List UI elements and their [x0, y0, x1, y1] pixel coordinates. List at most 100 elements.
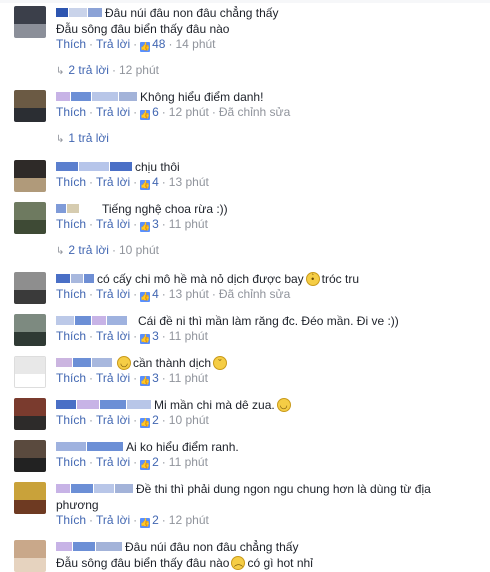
like-count[interactable]: 👍 2: [140, 413, 159, 428]
like-count[interactable]: 👍 4: [140, 287, 159, 302]
reply-link[interactable]: Trả lời: [96, 329, 130, 343]
like-thumb-icon: 👍: [140, 42, 151, 52]
comment-actions: Thích · Trả lời · 👍 2 · 11 phút: [56, 455, 208, 470]
like-link[interactable]: Thích: [56, 329, 86, 343]
comment-actions: Thích · Trả lời · 👍 2 · 12 phút: [56, 513, 209, 528]
comment-time[interactable]: 12 phút: [169, 513, 209, 527]
avatar[interactable]: [14, 6, 46, 38]
avatar[interactable]: [14, 314, 46, 346]
comment-time[interactable]: 13 phút: [169, 287, 209, 301]
commenter-name-blurred[interactable]: [56, 316, 128, 326]
avatar[interactable]: [14, 440, 46, 472]
relieved-face-icon: ◡: [117, 355, 131, 370]
avatar[interactable]: [14, 398, 46, 430]
reply-link[interactable]: Trả lời: [96, 287, 130, 301]
comment-text: phương: [56, 497, 99, 512]
comment-time[interactable]: 12 phút: [169, 105, 209, 119]
comment-item: Ai ko hiểu điểm ranh. Thích · Trả lời · 👍 2 · 1…: [14, 438, 486, 476]
comment-text: có gì hot nhỉ: [247, 555, 313, 570]
comment-time[interactable]: 13 phút: [169, 175, 209, 189]
like-count[interactable]: 👍 6: [140, 105, 159, 120]
commenter-name-blurred[interactable]: [56, 274, 95, 284]
like-count[interactable]: 👍 2: [140, 455, 159, 470]
like-count[interactable]: 👍 48: [140, 37, 165, 52]
commenter-name-blurred[interactable]: [56, 442, 124, 452]
comment-item: Đâu núi đâu non đâu chẳng thấy Đẫu sông …: [14, 4, 486, 52]
grin-face-icon: ◡: [276, 397, 291, 412]
comment-time[interactable]: 11 phút: [169, 329, 208, 343]
comment-time[interactable]: 10 phút: [169, 413, 209, 427]
like-link[interactable]: Thích: [56, 371, 86, 385]
comment-actions: Thích · Trả lời · 👍 48 · 14 phút: [56, 37, 216, 52]
edited-link[interactable]: Đã chỉnh sửa: [219, 287, 290, 301]
like-link[interactable]: Thích: [56, 217, 86, 231]
commenter-name-blurred[interactable]: [56, 92, 138, 102]
comment-time[interactable]: 14 phút: [175, 37, 215, 51]
commenter-name-blurred[interactable]: [56, 358, 113, 368]
reply-link[interactable]: Trả lời: [96, 371, 130, 385]
avatar[interactable]: [14, 482, 46, 514]
reply-link[interactable]: Trả lời: [96, 217, 130, 231]
reply-link[interactable]: Trả lời: [96, 455, 130, 469]
comment-text: Đâu núi đâu non đâu chẳng thấy: [105, 5, 279, 20]
like-count[interactable]: 👍 3: [140, 217, 159, 232]
like-thumb-icon: 👍: [140, 292, 151, 302]
comment-text: tróc tru: [321, 271, 360, 286]
commenter-name-blurred[interactable]: [56, 400, 152, 410]
comment-actions: Thích · Trả lời · 👍 6 · 12 phút · Đã chỉnh sửa: [56, 105, 291, 120]
reply-link[interactable]: Trả lời: [96, 37, 130, 51]
comment-item: Cái đề ni thì mần làm răng đc. Đéo mần. …: [14, 312, 486, 350]
comment-text: Đề thi thì phải dung ngon ngu chung hơn …: [136, 481, 431, 496]
comment-text: Tiếng nghệ choa rừa :)): [102, 201, 228, 216]
like-count[interactable]: 👍 4: [140, 175, 159, 190]
avatar[interactable]: [14, 202, 46, 234]
commenter-name-blurred[interactable]: [56, 8, 103, 18]
commenter-name-blurred[interactable]: [56, 542, 123, 552]
comment-time[interactable]: 11 phút: [169, 217, 208, 231]
comment-text: Mi mần chi mà dê zua.: [154, 397, 275, 412]
smirk-face-icon: ˘: [213, 355, 228, 370]
view-replies-link[interactable]: ↳ 2 trả lời · 10 phút: [56, 242, 159, 258]
comment-text: có cấy chi mô hề mà nỏ dịch được bay: [97, 271, 304, 286]
reply-link[interactable]: Trả lời: [96, 513, 130, 527]
comment-item: Tiếng nghệ choa rừa :)) Thích · Trả lời · 👍 3…: [14, 200, 486, 238]
avatar[interactable]: [14, 356, 46, 388]
avatar[interactable]: [14, 540, 46, 572]
comment-item: ◡ cần thành dịch ˘ Thích · Trả lời · 👍 3 · 11 phú…: [14, 354, 486, 392]
neutral-face-icon: •̀: [305, 271, 320, 286]
edited-link[interactable]: Đã chỉnh sửa: [219, 105, 290, 119]
reply-arrow-icon: ↳: [56, 246, 65, 257]
comment-text: chịu thôi: [135, 159, 180, 174]
commenter-name-blurred[interactable]: [56, 162, 133, 172]
commenter-name-blurred[interactable]: [56, 204, 80, 214]
like-link[interactable]: Thích: [56, 175, 86, 189]
like-link[interactable]: Thích: [56, 413, 86, 427]
avatar[interactable]: [14, 90, 46, 122]
avatar[interactable]: [14, 272, 46, 304]
comment-text: Đẫu sông đâu biển thấy đâu nào: [56, 21, 230, 36]
comment-actions: Thích · Trả lời · 👍 4 · 13 phút · Đã chỉnh sửa: [56, 287, 291, 302]
view-replies-link[interactable]: ↳ 1 trả lời: [56, 130, 109, 146]
comment-actions: Thích · Trả lời · 👍 3 · 11 phút: [56, 217, 208, 232]
comment-time[interactable]: 11 phút: [169, 455, 208, 469]
reply-link[interactable]: Trả lời: [96, 413, 130, 427]
like-link[interactable]: Thích: [56, 513, 86, 527]
like-thumb-icon: 👍: [140, 334, 151, 344]
commenter-name-blurred[interactable]: [56, 484, 134, 494]
like-link[interactable]: Thích: [56, 455, 86, 469]
like-count[interactable]: 👍 3: [140, 329, 159, 344]
like-thumb-icon: 👍: [140, 418, 151, 428]
like-link[interactable]: Thích: [56, 287, 86, 301]
view-replies-link[interactable]: ↳ 2 trả lời · 12 phút: [56, 62, 159, 78]
avatar[interactable]: [14, 160, 46, 192]
reply-link[interactable]: Trả lời: [96, 105, 130, 119]
comment-text: Đâu núi đâu non đâu chẳng thấy: [125, 539, 299, 554]
like-link[interactable]: Thích: [56, 37, 86, 51]
comment-actions: Thích · Trả lời · 👍 3 · 11 phút: [56, 329, 208, 344]
comment-time[interactable]: 11 phút: [169, 371, 208, 385]
comment-item: chịu thôi Thích · Trả lời · 👍 4 · 13 phút: [14, 158, 486, 196]
reply-link[interactable]: Trả lời: [96, 175, 130, 189]
like-count[interactable]: 👍 2: [140, 513, 159, 528]
like-link[interactable]: Thích: [56, 105, 86, 119]
like-count[interactable]: 👍 3: [140, 371, 159, 386]
